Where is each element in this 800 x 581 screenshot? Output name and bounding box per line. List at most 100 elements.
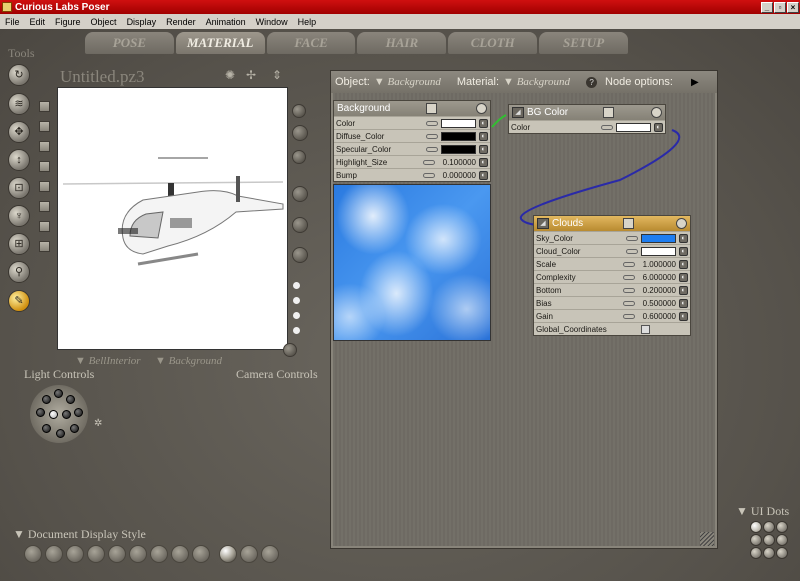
row-value[interactable]: 1.000000 xyxy=(638,260,676,269)
light-properties-icon[interactable]: ✲ xyxy=(94,418,102,429)
camera-control-icon[interactable] xyxy=(283,343,297,357)
camera-dropdown[interactable]: ▼ BellInterior xyxy=(75,355,141,367)
light-icon[interactable] xyxy=(54,389,63,398)
translate-tool-icon[interactable]: ✥ xyxy=(8,121,30,143)
tab-cloth[interactable]: CLOTH xyxy=(448,32,538,54)
display-style-outline-icon[interactable] xyxy=(45,545,63,563)
node-preview-toggle-icon[interactable] xyxy=(622,218,634,229)
ui-dot-icon[interactable] xyxy=(776,547,788,559)
link-icon[interactable] xyxy=(623,313,635,319)
plug-icon[interactable]: ◐ xyxy=(679,233,688,243)
camera-control-icon[interactable] xyxy=(292,150,306,164)
display-style-cartoon-icon[interactable] xyxy=(171,545,189,563)
node-collapse-icon[interactable] xyxy=(675,218,687,229)
node-collapse-icon[interactable] xyxy=(476,103,487,114)
display-square-icon[interactable] xyxy=(39,141,50,152)
twist-tool-icon[interactable]: ≋ xyxy=(8,93,30,115)
display-style-texture-icon[interactable] xyxy=(261,545,279,563)
ui-dot-icon[interactable] xyxy=(776,521,788,533)
node-header[interactable]: Background xyxy=(334,101,490,116)
light-icon[interactable] xyxy=(42,395,51,404)
plug-icon[interactable]: ◐ xyxy=(479,170,488,180)
camera-control-icon[interactable] xyxy=(292,125,308,141)
figure-dropdown[interactable]: ▼ Background xyxy=(155,355,222,367)
plug-icon[interactable]: ◐ xyxy=(479,118,488,128)
help-icon[interactable]: ? xyxy=(586,76,598,88)
global-coordinates-checkbox[interactable] xyxy=(641,324,650,334)
zoom-tool-icon[interactable]: ⚲ xyxy=(8,261,30,283)
light-icon[interactable] xyxy=(74,408,83,417)
link-icon[interactable] xyxy=(623,300,635,306)
plug-icon[interactable]: ◐ xyxy=(679,272,688,282)
scale-tool-icon[interactable]: ⊡ xyxy=(8,177,30,199)
display-style-lit-wireframe-icon[interactable] xyxy=(108,545,126,563)
menu-help[interactable]: Help xyxy=(293,17,322,27)
link-icon[interactable] xyxy=(426,146,438,152)
row-value[interactable]: 0.100000 xyxy=(438,158,476,167)
display-square-icon[interactable] xyxy=(39,201,50,212)
taper-tool-icon[interactable]: ♆ xyxy=(8,205,30,227)
ui-dot-icon[interactable] xyxy=(750,521,762,533)
link-icon[interactable] xyxy=(601,124,613,130)
tab-material[interactable]: MATERIAL xyxy=(175,32,265,54)
trackball-icon[interactable]: ✺ xyxy=(225,68,235,82)
node-input-icon[interactable]: ◢ xyxy=(537,218,549,229)
tab-hair[interactable]: HAIR xyxy=(357,32,447,54)
display-style-smooth-shaded-icon[interactable] xyxy=(219,545,237,563)
menu-window[interactable]: Window xyxy=(251,17,293,27)
ui-dot-icon[interactable] xyxy=(776,534,788,546)
menu-render[interactable]: Render xyxy=(161,17,201,27)
camera-control-icon[interactable] xyxy=(292,247,308,263)
row-value[interactable]: 6.000000 xyxy=(638,273,676,282)
display-square-icon[interactable] xyxy=(39,101,50,112)
plug-icon[interactable]: ◐ xyxy=(679,311,688,321)
menu-figure[interactable]: Figure xyxy=(50,17,86,27)
plug-icon[interactable]: ◐ xyxy=(479,131,488,141)
node-preview-toggle-icon[interactable] xyxy=(426,103,438,114)
display-style-smooth-lined-icon[interactable] xyxy=(240,545,258,563)
plug-icon[interactable]: ◐ xyxy=(679,246,688,256)
display-square-icon[interactable] xyxy=(39,181,50,192)
display-style-wireframe-icon[interactable] xyxy=(66,545,84,563)
move-xz-icon[interactable]: ✢ xyxy=(246,68,256,82)
light-icon[interactable] xyxy=(62,410,71,419)
link-icon[interactable] xyxy=(626,235,638,241)
display-square-icon[interactable] xyxy=(39,121,50,132)
display-square-icon[interactable] xyxy=(39,241,50,252)
menu-edit[interactable]: Edit xyxy=(25,17,51,27)
material-dropdown[interactable]: ▼ Background xyxy=(503,76,570,88)
resize-grip-icon[interactable] xyxy=(700,532,714,546)
camera-preset-dot-icon[interactable] xyxy=(293,282,300,289)
move-y-icon[interactable]: ⇕ xyxy=(272,68,282,82)
menu-display[interactable]: Display xyxy=(122,17,162,27)
link-icon[interactable] xyxy=(423,172,435,178)
camera-control-icon[interactable] xyxy=(292,186,308,202)
node-preview-toggle-icon[interactable] xyxy=(602,107,614,118)
row-value[interactable]: 0.000000 xyxy=(438,171,476,180)
node-header[interactable]: ◢ BG Color xyxy=(509,105,665,120)
plug-icon[interactable]: ◐ xyxy=(479,157,488,167)
link-icon[interactable] xyxy=(623,261,635,267)
plug-icon[interactable]: ◐ xyxy=(679,259,688,269)
tab-setup[interactable]: SETUP xyxy=(539,32,628,54)
light-icon[interactable] xyxy=(70,424,79,433)
ui-dot-icon[interactable] xyxy=(763,547,775,559)
menu-file[interactable]: File xyxy=(0,17,25,27)
plug-icon[interactable]: ◐ xyxy=(679,285,688,295)
plug-icon[interactable]: ◐ xyxy=(654,122,663,132)
link-icon[interactable] xyxy=(623,287,635,293)
plug-icon[interactable]: ◐ xyxy=(679,298,688,308)
node-bg-color[interactable]: ◢ BG Color Color ◐ xyxy=(508,104,666,134)
link-icon[interactable] xyxy=(426,133,438,139)
display-square-icon[interactable] xyxy=(39,221,50,232)
ui-dot-icon[interactable] xyxy=(750,547,762,559)
close-button[interactable]: × xyxy=(787,1,799,13)
tab-face[interactable]: FACE xyxy=(266,32,356,54)
display-style-silhouette-icon[interactable] xyxy=(24,545,42,563)
maximize-button[interactable]: ▫ xyxy=(774,1,786,13)
eyedropper-tool-icon[interactable]: ✎ xyxy=(8,290,30,312)
color-swatch[interactable] xyxy=(641,233,676,243)
color-swatch[interactable] xyxy=(441,131,476,141)
minimize-button[interactable]: _ xyxy=(761,1,773,13)
plug-icon[interactable]: ◐ xyxy=(479,144,488,154)
